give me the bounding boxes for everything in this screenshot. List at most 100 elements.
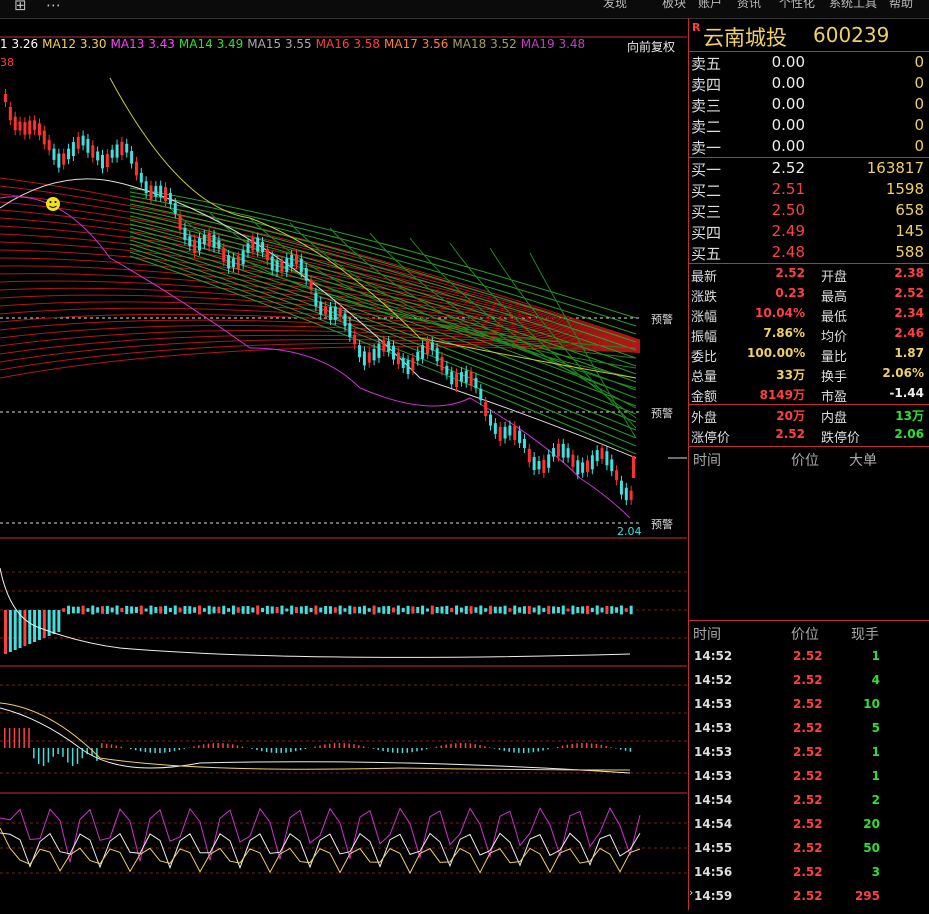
ma-legend-item[interactable]: MA16 3.58 xyxy=(316,37,380,51)
candle-body xyxy=(174,203,177,214)
menu-bangzhu[interactable]: 帮助 xyxy=(889,0,913,11)
menu-xitonggongju[interactable]: 系统工具 xyxy=(829,0,877,11)
menu-gexinghua[interactable]: 个性化 xyxy=(779,0,815,11)
ask-row[interactable]: 卖二0.000 xyxy=(689,115,929,136)
ma-legend-item[interactable]: MA13 3.43 xyxy=(111,37,175,51)
candle-body xyxy=(77,137,80,149)
volume-bar xyxy=(533,608,536,613)
volume-bar xyxy=(295,607,298,613)
stock-code[interactable]: 600239 xyxy=(813,23,889,47)
candle-body xyxy=(67,149,70,160)
candle-body xyxy=(319,302,322,315)
kline-chart-svg[interactable]: 预警 预警 预警 38 2.04 xyxy=(0,18,687,910)
macd-bar xyxy=(620,748,622,750)
ma-legend-item[interactable]: MA12 3.30 xyxy=(42,37,106,51)
candle-body xyxy=(610,459,613,471)
candle-body xyxy=(101,155,104,168)
candle-body xyxy=(227,255,230,268)
bid-label: 买一 xyxy=(691,159,721,180)
tick-row[interactable]: 14:562.523 xyxy=(689,860,929,884)
macd-bar xyxy=(256,748,258,750)
tick-row[interactable]: 14:532.521 xyxy=(689,764,929,788)
candle-body xyxy=(4,94,7,102)
alert-label[interactable]: 预警 xyxy=(651,406,673,420)
candle-body xyxy=(528,449,531,463)
quote-row: 总量33万换手2.06% xyxy=(689,364,929,384)
candle-body xyxy=(421,345,424,359)
candle-body xyxy=(38,123,41,135)
alert-label[interactable]: 预警 xyxy=(651,517,673,531)
menu-bankuai[interactable]: 板块 xyxy=(662,0,686,11)
macd-bar xyxy=(339,743,341,748)
tick-row[interactable]: 14:522.521 xyxy=(689,644,929,668)
ask-row[interactable]: 卖一0.000 xyxy=(689,136,929,157)
tick-price: 2.52 xyxy=(793,649,823,663)
ask-row[interactable]: 卖三0.000 xyxy=(689,94,929,115)
macd-bar xyxy=(72,748,74,766)
ma-legend-item[interactable]: MA19 3.48 xyxy=(521,37,585,51)
macd-bar xyxy=(411,748,413,752)
tick-row[interactable]: 14:522.524 xyxy=(689,668,929,692)
tick-price: 2.52 xyxy=(793,769,823,783)
tick-row[interactable]: 14:532.5210 xyxy=(689,692,929,716)
alert-label[interactable]: 预警 xyxy=(651,312,673,326)
macd-bar xyxy=(334,743,336,748)
bid-row[interactable]: 买三2.50658 xyxy=(689,200,929,221)
smiley-icon[interactable] xyxy=(46,197,60,211)
candle-body xyxy=(571,455,574,467)
bid-row[interactable]: 买一2.52163817 xyxy=(689,158,929,179)
more-icon[interactable]: ⋯ xyxy=(46,0,61,14)
ask-row[interactable]: 卖四0.000 xyxy=(689,73,929,94)
candle-layer xyxy=(4,89,635,505)
bid-label: 买二 xyxy=(691,180,721,201)
ask-row[interactable]: 卖五0.000 xyxy=(689,52,929,73)
tick-row[interactable]: 14:532.521 xyxy=(689,740,929,764)
ma-legend-item[interactable]: MA15 3.55 xyxy=(247,37,311,51)
candle-body xyxy=(48,140,51,150)
menu-zixun[interactable]: 资讯 xyxy=(737,0,761,11)
menu-zhanghu[interactable]: 账户 xyxy=(698,0,722,11)
candle-body xyxy=(387,341,390,352)
stock-name[interactable]: 云南城投 xyxy=(703,22,787,52)
macd-bar xyxy=(300,748,302,750)
tick-price: 2.52 xyxy=(793,697,823,711)
tick-row[interactable]: 14:592.52295 xyxy=(689,884,929,908)
tick-time: 14:53 xyxy=(694,745,732,759)
candle-body xyxy=(150,185,153,199)
macd-bar xyxy=(421,748,423,750)
tick-row[interactable]: 14:532.525 xyxy=(689,716,929,740)
quote-key: 外盘 xyxy=(691,407,717,426)
candle-body xyxy=(591,455,594,469)
adjust-mode-button[interactable]: 向前复权 xyxy=(627,38,675,55)
macd-bar xyxy=(324,744,326,748)
candle-body xyxy=(581,463,584,473)
tick-row[interactable]: 14:542.522 xyxy=(689,788,929,812)
ma-legend-item[interactable]: MA18 3.52 xyxy=(452,37,516,51)
macd-bar xyxy=(237,745,239,748)
macd-bar xyxy=(581,743,583,748)
ma-legend-item[interactable]: MA14 3.49 xyxy=(179,37,243,51)
macd-bar xyxy=(203,744,205,748)
volume-bar xyxy=(474,607,477,613)
chart-area[interactable]: 预警 预警 预警 38 2.04 1 3.26 MA12 3.30 MA13 3.4… xyxy=(0,18,687,910)
menu-faxian[interactable]: 发现 xyxy=(603,0,627,11)
candle-body xyxy=(436,348,439,361)
macd-bar xyxy=(48,748,50,762)
volume-bar xyxy=(280,606,283,615)
bigorder-header-time: 时间 xyxy=(693,450,721,470)
candle-body xyxy=(222,248,225,261)
candle-body xyxy=(632,456,635,478)
macd-bar xyxy=(460,743,462,748)
tick-time: 14:54 xyxy=(694,817,732,831)
ma-legend-item[interactable]: MA17 3.56 xyxy=(384,37,448,51)
tick-row[interactable]: 14:552.5250 xyxy=(689,836,929,860)
tick-row[interactable]: 14:542.5220 xyxy=(689,812,929,836)
volume-bar xyxy=(382,606,385,614)
candle-body xyxy=(232,258,235,267)
bid-row[interactable]: 买四2.49145 xyxy=(689,221,929,242)
bid-row[interactable]: 买二2.511598 xyxy=(689,179,929,200)
grid-icon[interactable]: ⊞ xyxy=(14,0,27,14)
macd-bar xyxy=(382,748,384,751)
bid-row[interactable]: 买五2.48588 xyxy=(689,242,929,263)
ma-legend-item[interactable]: 1 3.26 xyxy=(0,37,38,51)
